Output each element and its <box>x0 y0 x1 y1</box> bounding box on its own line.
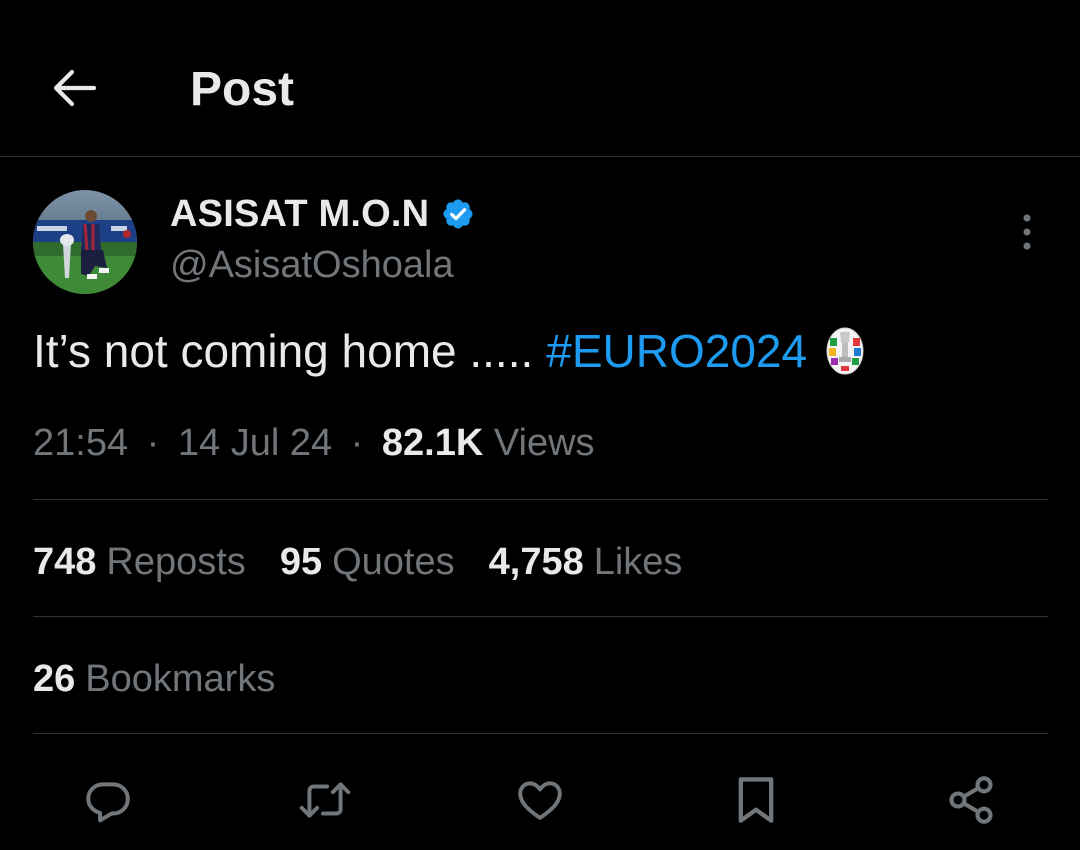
author-handle[interactable]: @AsisatOshoala <box>170 242 454 288</box>
avatar-photo <box>33 190 137 294</box>
verified-badge-icon <box>441 197 475 231</box>
tweet-time: 21:54 <box>33 422 129 464</box>
quotes-count: 95 <box>279 541 323 583</box>
heart-icon <box>518 781 562 820</box>
repost-icon <box>299 782 351 818</box>
meta-separator: · <box>146 422 160 464</box>
divider <box>33 616 1048 617</box>
top-bar: Post <box>0 0 1080 157</box>
page-title: Post <box>190 63 295 116</box>
reposts-label: Reposts <box>106 541 246 583</box>
like-button[interactable] <box>512 772 568 828</box>
more-vertical-icon <box>1023 214 1031 250</box>
bookmark-icon <box>738 777 774 823</box>
euro-trophy-icon <box>825 326 865 376</box>
share-icon <box>949 776 993 824</box>
views-count[interactable]: 82.1K <box>382 422 483 464</box>
repost-button[interactable] <box>297 772 353 828</box>
views-label: Views <box>493 422 595 464</box>
bookmarks-label: Bookmarks <box>85 658 276 700</box>
likes-stat[interactable]: 4,758 Likes <box>489 538 683 586</box>
back-button[interactable] <box>42 56 106 120</box>
tweet-date: 14 Jul 24 <box>177 422 333 464</box>
quotes-label: Quotes <box>332 541 455 583</box>
likes-count: 4,758 <box>488 541 584 583</box>
more-options-button[interactable] <box>1005 210 1049 254</box>
tweet-meta: 21:54 · 14 Jul 24 · 82.1K Views <box>33 420 595 466</box>
reply-icon <box>86 782 130 823</box>
avatar[interactable] <box>33 190 137 294</box>
quotes-stat[interactable]: 95 Quotes <box>280 538 455 586</box>
divider <box>33 733 1048 734</box>
arrow-left-icon <box>53 69 96 107</box>
bookmarks-count: 26 <box>33 658 76 700</box>
likes-label: Likes <box>593 541 683 583</box>
reposts-count: 748 <box>33 541 97 583</box>
action-bar <box>0 760 1080 836</box>
hashtag-link[interactable]: #EURO2024 <box>546 322 807 380</box>
tweet-body: It’s not coming home ..... <box>33 325 534 377</box>
tweet-text: It’s not coming home ..... #EURO2024 <box>33 322 865 380</box>
author-name: ASISAT M.O.N <box>170 192 430 235</box>
share-button[interactable] <box>943 772 999 828</box>
bookmark-button[interactable] <box>728 772 784 828</box>
reposts-stat[interactable]: 748 Reposts <box>33 538 246 586</box>
meta-separator: · <box>350 422 364 464</box>
divider <box>33 499 1048 500</box>
reply-button[interactable] <box>80 772 136 828</box>
author-name-row[interactable]: ASISAT M.O.N <box>170 190 475 238</box>
bookmarks-stat[interactable]: 26 Bookmarks <box>33 655 275 703</box>
engagement-stats: 748 Reposts 95 Quotes 4,758 Likes <box>33 538 716 586</box>
